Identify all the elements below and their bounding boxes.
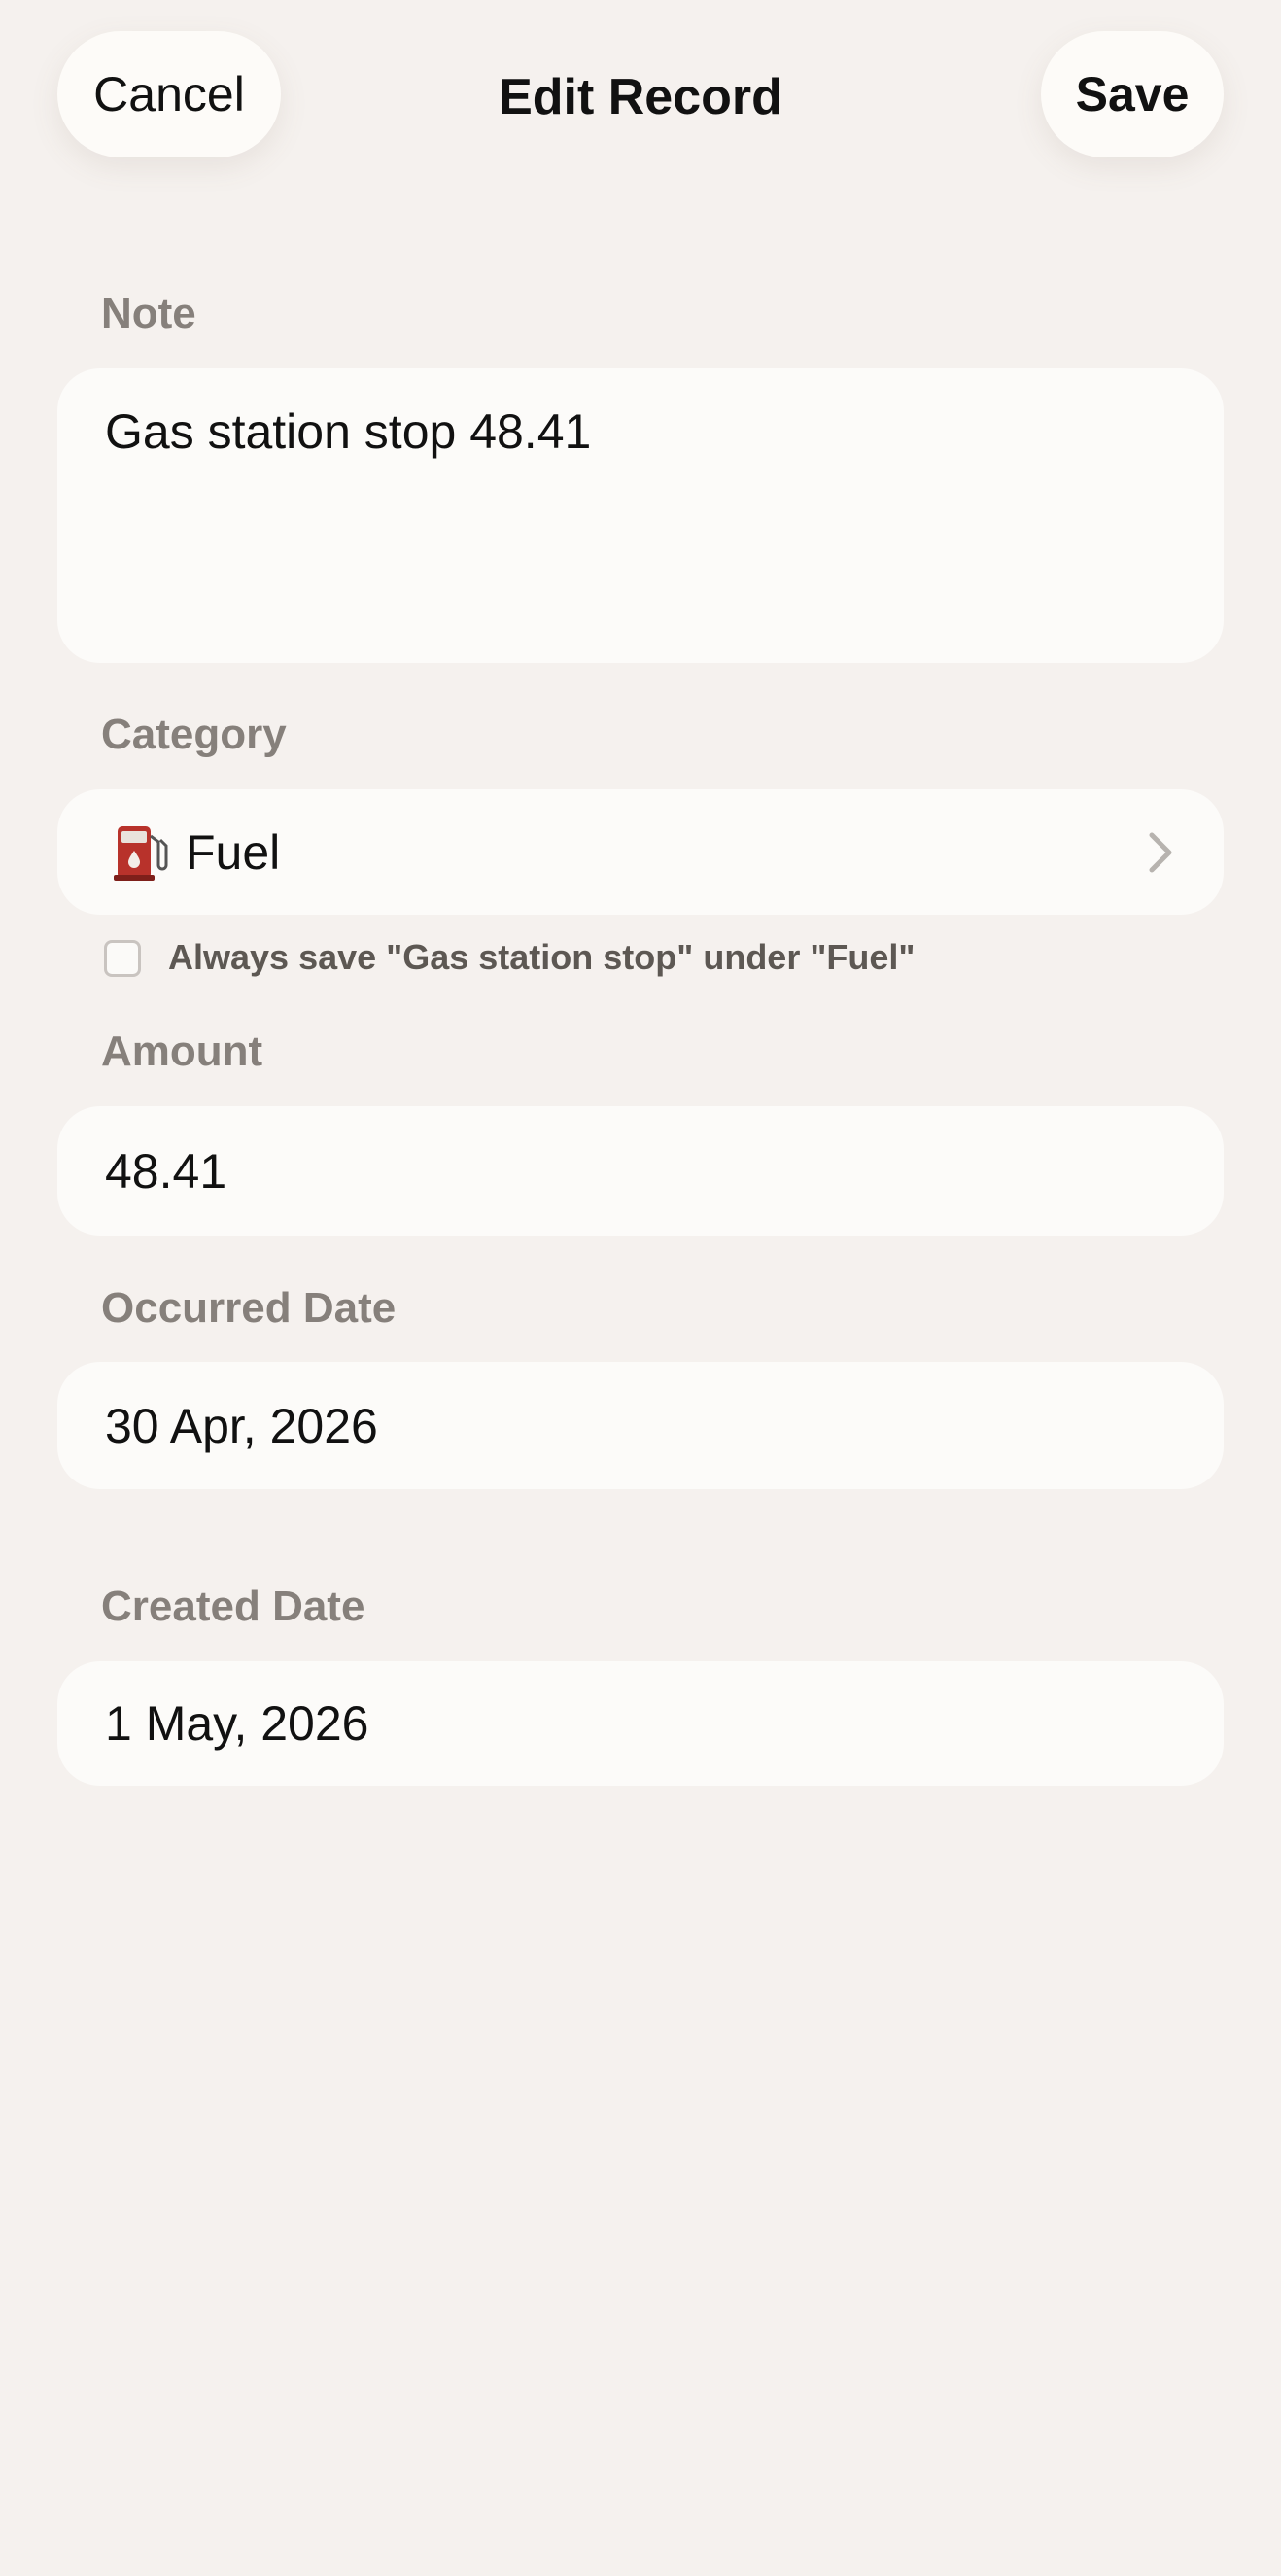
amount-input[interactable]: 48.41 bbox=[57, 1106, 1224, 1236]
category-selector[interactable]: Fuel bbox=[57, 789, 1224, 915]
occurred-date-picker[interactable]: 30 Apr, 2026 bbox=[57, 1362, 1224, 1489]
save-button[interactable]: Save bbox=[1041, 31, 1224, 157]
occurred-date-label: Occurred Date bbox=[101, 1284, 397, 1332]
always-save-label: Always save "Gas station stop" under "Fu… bbox=[168, 937, 916, 977]
occurred-date-value: 30 Apr, 2026 bbox=[105, 1398, 378, 1453]
created-date-field: 1 May, 2026 bbox=[57, 1661, 1224, 1786]
chevron-right-icon bbox=[1149, 832, 1172, 872]
note-value: Gas station stop 48.41 bbox=[105, 404, 592, 459]
amount-label: Amount bbox=[101, 1027, 263, 1075]
created-date-label: Created Date bbox=[101, 1583, 365, 1630]
save-button-label: Save bbox=[1075, 67, 1190, 122]
category-value: Fuel bbox=[186, 824, 281, 880]
edit-record-sheet: Cancel Edit Record Save Note Gas station… bbox=[0, 0, 1281, 2576]
amount-value: 48.41 bbox=[105, 1143, 227, 1199]
category-label: Category bbox=[101, 711, 287, 758]
fuel-pump-icon bbox=[114, 825, 168, 881]
note-label: Note bbox=[101, 290, 196, 337]
always-save-checkbox[interactable] bbox=[104, 940, 141, 977]
note-textarea[interactable]: Gas station stop 48.41 bbox=[57, 368, 1224, 663]
created-date-value: 1 May, 2026 bbox=[105, 1696, 369, 1751]
